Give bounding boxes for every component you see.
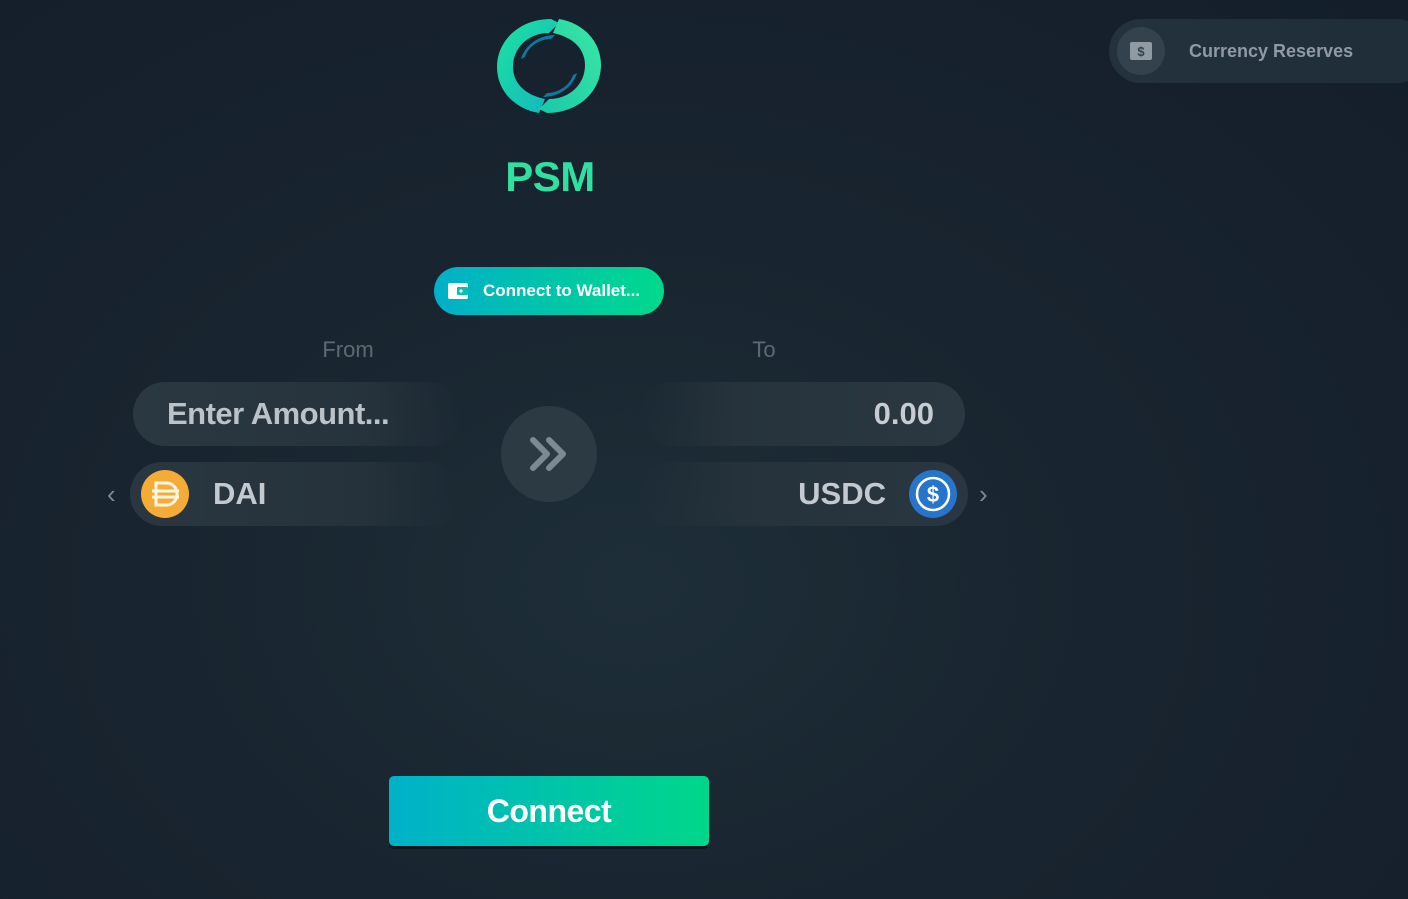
page-title: PSM: [505, 153, 595, 200]
swap-direction-button[interactable]: [501, 406, 597, 502]
to-token-selector[interactable]: USDC $: [640, 462, 968, 526]
svg-text:$: $: [927, 482, 939, 507]
connect-wallet-button[interactable]: Connect to Wallet...: [434, 267, 664, 315]
currency-reserves-label: Currency Reserves: [1189, 40, 1354, 61]
svg-text:$: $: [1137, 44, 1145, 59]
to-token-symbol: USDC: [798, 476, 886, 511]
dollar-bill-icon: $: [1130, 42, 1152, 60]
to-token-next-arrow[interactable]: ›: [979, 478, 988, 510]
from-label: From: [322, 337, 374, 362]
currency-reserves-button[interactable]: $ Currency Reserves: [1109, 19, 1408, 83]
connect-button[interactable]: Connect: [389, 776, 709, 846]
output-display: 0.00: [640, 382, 965, 446]
double-chevron-right-icon: [530, 437, 566, 471]
to-label: To: [752, 337, 776, 362]
reserves-icon-wrap: $: [1117, 27, 1165, 75]
output-value: 0.00: [873, 396, 934, 431]
from-token-symbol: DAI: [213, 476, 267, 511]
connect-wallet-label: Connect to Wallet...: [483, 281, 641, 300]
usdc-coin-icon: $: [909, 470, 957, 518]
psm-logo: [495, 17, 603, 115]
from-token-prev-arrow[interactable]: ‹: [107, 478, 116, 510]
amount-input[interactable]: [165, 395, 459, 433]
wallet-icon: [448, 283, 468, 299]
sync-circle-logo-icon: [497, 19, 601, 113]
dai-coin-icon: [141, 470, 189, 518]
amount-input-container: [133, 382, 463, 446]
from-token-selector[interactable]: DAI: [130, 462, 460, 526]
